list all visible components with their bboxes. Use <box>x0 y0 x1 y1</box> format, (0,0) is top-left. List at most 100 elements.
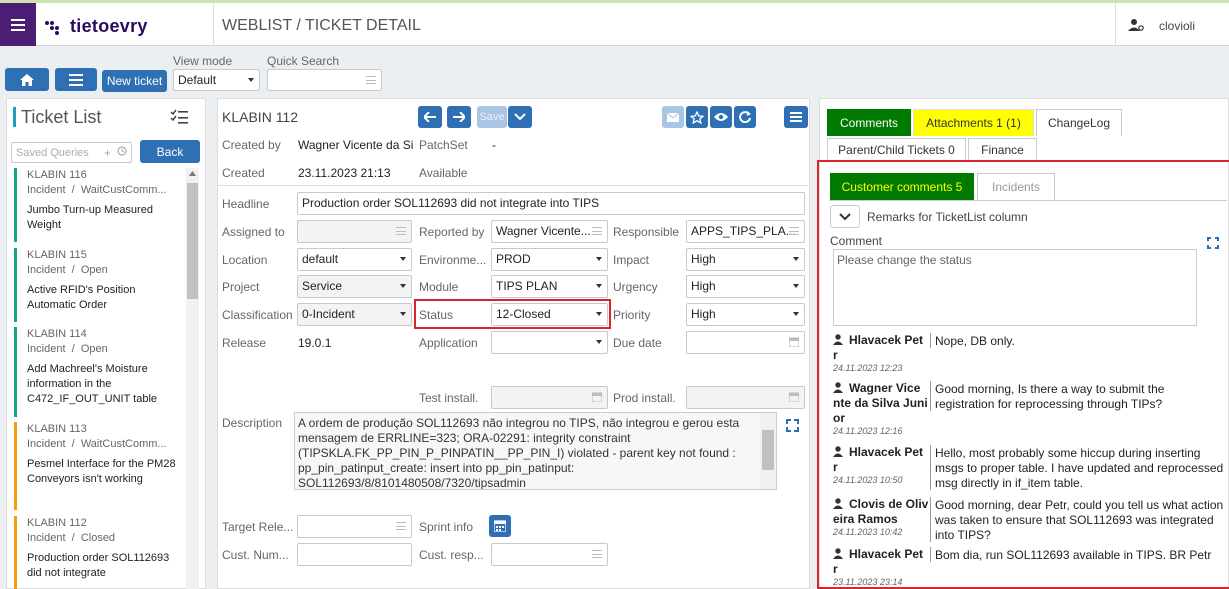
urgency-label: Urgency <box>613 280 658 294</box>
back-button[interactable]: Back <box>140 140 200 163</box>
target-release-input[interactable] <box>297 515 412 538</box>
ticket-id: KLABIN 115 <box>27 249 87 261</box>
classification-select[interactable]: 0-Incident <box>297 303 412 326</box>
module-select[interactable]: TIPS PLAN <box>491 275 608 298</box>
comment-separator <box>930 497 931 542</box>
list-item[interactable]: KLABIN 115 Incident / Open Active RFID's… <box>14 248 184 322</box>
ticket-type-status: Incident / Open <box>27 343 108 355</box>
username[interactable]: clovioli <box>1159 19 1195 33</box>
refresh-icon <box>739 111 751 123</box>
expand-icon[interactable] <box>786 419 799 432</box>
email-button[interactable] <box>662 106 684 128</box>
tab-customer-comments[interactable]: Customer comments 5 <box>830 173 974 200</box>
comment-date: 24.11.2023 12:23 <box>833 363 903 373</box>
priority-select[interactable]: High <box>686 303 805 326</box>
cust-num-input[interactable] <box>297 543 412 566</box>
refresh-button[interactable] <box>734 106 756 128</box>
prod-install-input[interactable] <box>686 386 805 409</box>
cust-resp-input[interactable] <box>491 543 608 566</box>
home-button[interactable] <box>5 68 49 91</box>
list-icon <box>69 73 83 86</box>
list-icon <box>592 550 602 558</box>
sprint-calendar-button[interactable] <box>489 515 511 537</box>
description-label: Description <box>222 416 283 430</box>
favorite-button[interactable] <box>686 106 708 128</box>
new-ticket-button[interactable]: New ticket <box>102 70 167 92</box>
view-mode-select[interactable]: Default <box>173 69 260 91</box>
impact-select[interactable]: High <box>686 248 805 271</box>
environment-select[interactable]: PROD <box>491 248 608 271</box>
list-item[interactable]: KLABIN 116 Incident / WaitCustComm... Ju… <box>14 168 184 242</box>
headline-input[interactable]: Production order SOL112693 did not integ… <box>297 192 805 215</box>
comment-textarea[interactable]: Please change the status <box>833 249 1197 326</box>
calendar-icon <box>789 392 799 402</box>
reported-by-input[interactable]: Wagner Vicente... <box>491 220 608 243</box>
saved-queries-placeholder: Saved Queries <box>16 147 89 159</box>
calendar-icon <box>789 337 799 347</box>
more-menu-button[interactable] <box>784 106 808 128</box>
impact-label: Impact <box>613 253 650 267</box>
list-item[interactable]: KLABIN 113 Incident / WaitCustComm... Pe… <box>14 422 184 510</box>
location-label: Location <box>222 253 268 267</box>
scrollbar-thumb[interactable] <box>762 430 774 470</box>
header-divider <box>213 3 214 46</box>
application-select[interactable] <box>491 331 608 354</box>
chevron-down-icon <box>793 312 799 316</box>
divider <box>218 185 809 186</box>
available-label: Available <box>419 166 468 180</box>
quick-search-input[interactable] <box>267 69 382 91</box>
scrollbar-thumb[interactable] <box>187 183 198 299</box>
release-label: Release <box>222 336 267 350</box>
tab-comments[interactable]: Comments <box>827 109 911 136</box>
list-icon <box>592 227 602 235</box>
scroll-up-icon[interactable] <box>189 171 196 176</box>
chevron-down-icon <box>248 78 254 82</box>
comment-text: Bom dia, run SOL112693 available in TIPS… <box>935 548 1212 562</box>
tab-parent-child-tickets[interactable]: Parent/Child Tickets 0 <box>827 138 966 161</box>
location-select[interactable]: default <box>297 248 412 271</box>
ticket-title: KLABIN 112 <box>222 109 299 125</box>
urgency-select[interactable]: High <box>686 275 805 298</box>
watch-button[interactable] <box>710 106 732 128</box>
quick-search-label: Quick Search <box>267 54 340 68</box>
clock-icon[interactable] <box>117 146 127 156</box>
test-install-input[interactable] <box>491 386 608 409</box>
save-dropdown-button[interactable] <box>508 106 532 128</box>
sort-checklist-icon[interactable] <box>170 109 188 124</box>
comment-separator <box>930 547 931 562</box>
assigned-to-input[interactable] <box>297 220 412 243</box>
arrow-right-icon <box>453 112 465 122</box>
tab-attachments[interactable]: Attachments 1 (1) <box>913 109 1034 136</box>
saved-queries-input[interactable]: Saved Queries <box>11 142 132 163</box>
prev-ticket-button[interactable] <box>418 106 442 128</box>
description-textarea[interactable]: A ordem de produção SOL112693 não integr… <box>294 412 777 490</box>
hamburger-menu-button[interactable] <box>0 3 36 46</box>
chevron-down-icon <box>514 113 526 121</box>
next-ticket-button[interactable] <box>447 106 471 128</box>
list-view-button[interactable] <box>55 68 97 91</box>
chevron-down-icon <box>839 212 851 220</box>
comment-text: Good morning, Is there a way to submit t… <box>935 382 1165 411</box>
divider <box>829 200 1227 201</box>
page-title: WEBLIST / TICKET DETAIL <box>222 17 421 34</box>
list-icon <box>789 227 799 235</box>
list-item[interactable]: KLABIN 114 Incident / Open Add Machreel'… <box>14 327 184 417</box>
tab-changelog[interactable]: ChangeLog <box>1036 109 1122 136</box>
classification-label: Classification <box>222 308 293 322</box>
plus-icon[interactable]: + <box>104 146 111 160</box>
tab-finance[interactable]: Finance <box>968 138 1037 161</box>
ticket-id: KLABIN 116 <box>27 169 87 181</box>
due-date-input[interactable] <box>686 331 805 354</box>
user-icon[interactable] <box>1128 18 1144 32</box>
logo[interactable]: tietoevry <box>44 16 148 37</box>
list-item[interactable]: KLABIN 112 Incident / Closed Production … <box>14 516 184 589</box>
tab-incidents[interactable]: Incidents <box>977 173 1055 200</box>
save-button[interactable]: Save <box>477 106 507 128</box>
responsible-input[interactable]: APPS_TIPS_PLA... <box>686 220 805 243</box>
remarks-toggle-button[interactable] <box>830 205 860 228</box>
expand-icon[interactable] <box>1207 237 1219 249</box>
ticket-description: Jumbo Turn-up Measured Weight <box>27 204 153 231</box>
ticket-type-status: Incident / WaitCustComm... <box>27 184 167 196</box>
module-label: Module <box>419 280 459 294</box>
project-select[interactable]: Service <box>297 275 412 298</box>
